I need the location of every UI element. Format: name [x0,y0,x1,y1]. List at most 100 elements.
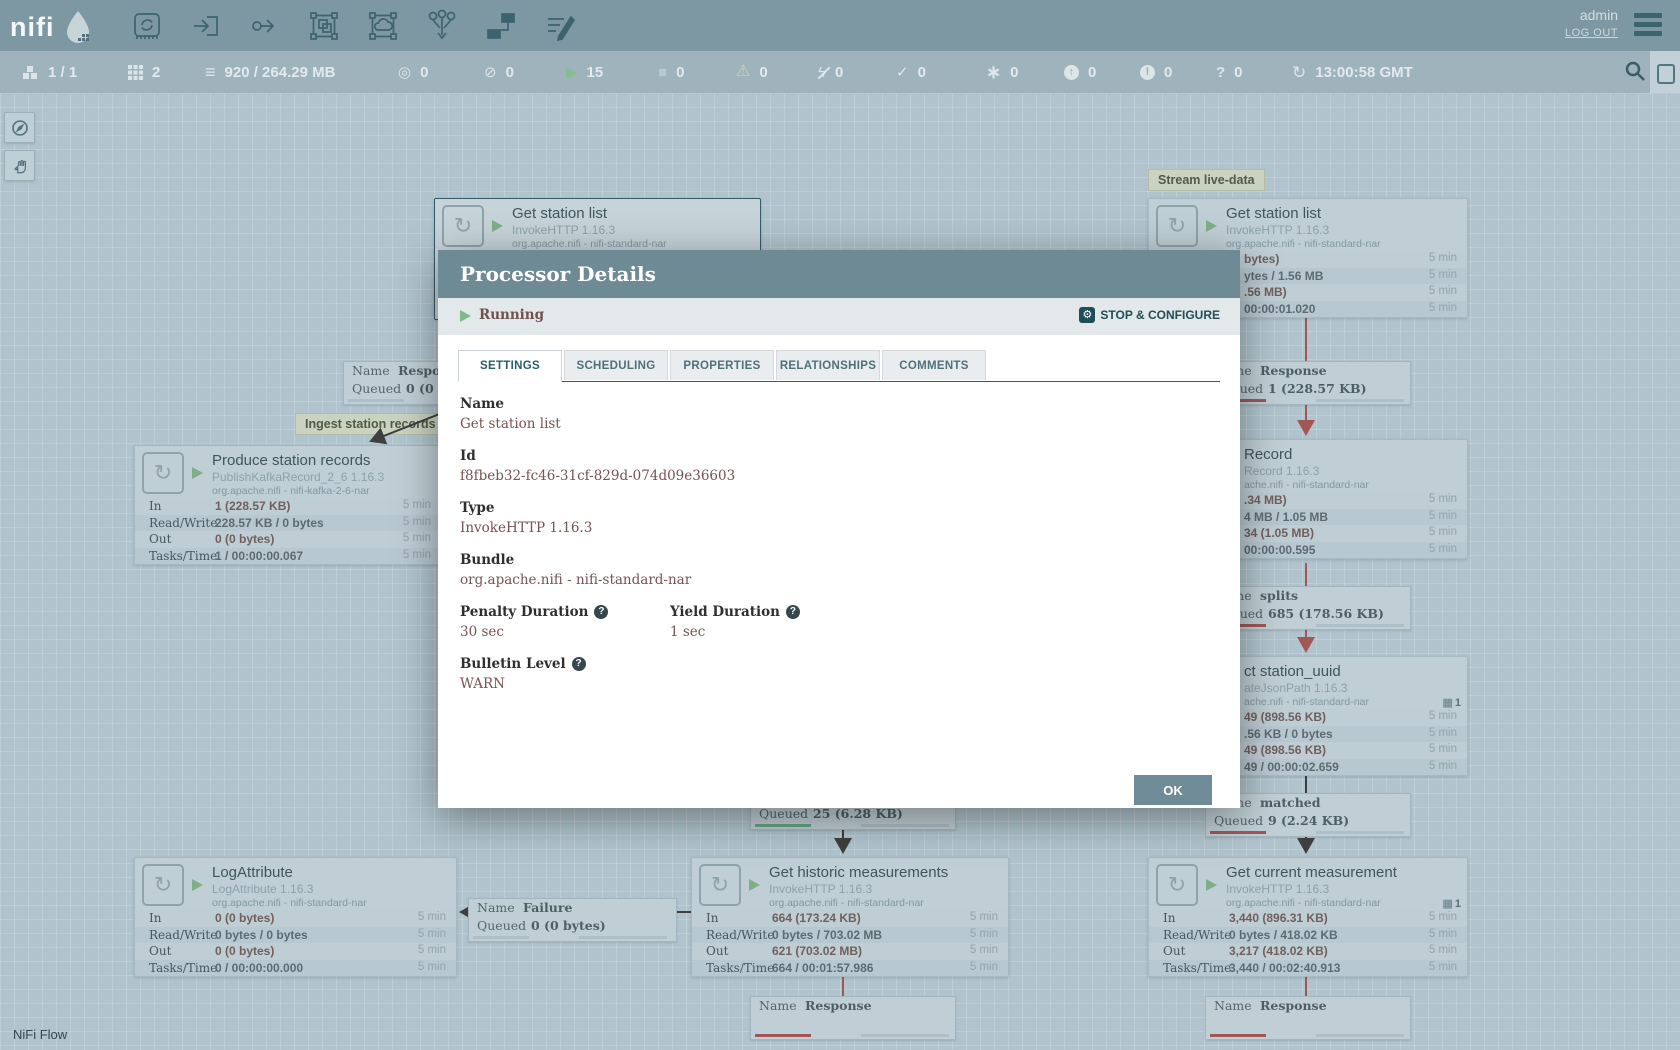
processor-type: Record 1.16.3 [1244,464,1461,479]
status-not-transmitting: ⊘ 0 [484,51,514,93]
backlog-bars [1206,830,1410,836]
processor-name: Produce station records [212,452,435,470]
drag-label-icon[interactable] [543,9,577,43]
processor-icon: ↻ [142,452,184,494]
stat-row: Read/Write228.57 KB / 0 bytes5 min [135,515,441,532]
tab-relationships[interactable]: RELATIONSHIPS [776,350,880,380]
processor-type: LogAttribute 1.16.3 [212,882,450,897]
ok-button[interactable]: OK [1134,775,1212,805]
sync-failure-icon: ? [1216,65,1225,80]
tab-properties[interactable]: PROPERTIES [670,350,774,380]
stat-row: In3,440 (896.31 KB)5 min [1149,910,1467,927]
drag-output-port-icon[interactable] [248,9,282,43]
drag-funnel-icon[interactable] [425,9,459,43]
processor-record[interactable]: Record Record 1.16.3 ache.nifi - nifi-st… [1205,439,1468,559]
processor-logattribute[interactable]: ↻ LogAttribute LogAttribute 1.16.3 org.a… [134,857,457,977]
cluster-icon [22,65,39,80]
running-status-icon [492,220,503,232]
gear-stop-icon: ⚙ [1079,307,1095,323]
task-count-badge: ▦1 [1442,897,1461,910]
stat-row: 34 (1.05 MB)5 min [1206,525,1467,542]
top-toolbar: nifi admin [0,0,1680,51]
status-stale: ↑ 0 [1064,51,1096,93]
field-bundle: Bundle org.apache.nifi - nifi-standard-n… [460,551,1218,590]
refresh-status[interactable]: ↻ 13:00:58 GMT [1292,51,1413,93]
processor-get-historic-measurements[interactable]: ↻ Get historic measurements InvokeHTTP 1… [691,857,1009,977]
backlog-bars [469,935,676,941]
field-type: Type InvokeHTTP 1.16.3 [460,499,1218,538]
stat-row: Tasks/Time0 / 00:00:00.0005 min [135,960,456,977]
processor-bundle: org.apache.nifi - nifi-standard-nar [769,897,924,910]
processor-type: InvokeHTTP 1.16.3 [512,223,754,238]
drag-input-port-icon[interactable] [189,9,223,43]
processor-type: InvokeHTTP 1.16.3 [1226,223,1461,238]
disabled-icon: ϟ [818,65,826,80]
settings-fields: Name Get station list Id f8fbeb32-fc46-3… [460,395,1218,707]
invalid-icon: ⚠ [736,64,750,80]
stat-row: 49 (898.56 KB)5 min [1206,742,1467,759]
threads-grid-icon [128,65,143,80]
status-disabled: ϟ 0 [818,51,843,93]
connection-label-response-bottom-center[interactable]: NameResponse [750,996,956,1040]
stat-row: 4 MB / 1.05 MB5 min [1206,509,1467,526]
not-transmitting-icon: ⊘ [484,65,497,80]
logout-link[interactable]: LOG OUT [1565,27,1618,39]
processor-produce-station-records[interactable]: ↻ Produce station records PublishKafkaRe… [134,445,442,565]
processor-icon: ↻ [1156,205,1198,247]
nifi-logo-text: nifi [10,12,55,43]
processor-bundle: ache.nifi - nifi-standard-nar [1244,696,1369,709]
stat-row: Read/Write0 bytes / 418.02 KB5 min [1149,927,1467,944]
help-icon[interactable] [786,605,800,619]
grid-icon: ▦ [1442,697,1452,709]
status-cluster: 1 / 1 [22,51,77,93]
refresh-icon: ↻ [1292,64,1306,81]
drag-remote-process-group-icon[interactable] [366,9,400,43]
panel-toggle-button[interactable] [1649,51,1680,93]
processor-header: ↻ LogAttribute LogAttribute 1.16.3 org.a… [135,858,456,910]
panel-icon [1657,64,1675,84]
stat-row: In1 (228.57 KB)5 min [135,498,441,515]
running-status-icon [460,310,471,322]
processor-icon: ↻ [142,864,184,906]
processor-get-current-measurement[interactable]: ↻ Get current measurement InvokeHTTP 1.1… [1148,857,1468,977]
connection-label-failure[interactable]: NameFailure Queued0 (0 bytes) [468,898,677,942]
stopped-icon: ■ [658,65,667,80]
search-icon [1624,60,1646,82]
processor-header: ↻ Get station list InvokeHTTP 1.16.3 org… [435,199,760,251]
connection-label-response-bottom-right[interactable]: NameResponse [1205,996,1411,1040]
status-locally-modified: ∗ 0 [986,51,1018,93]
drag-template-icon[interactable] [484,9,518,43]
field-bulletin-level: Bulletin Level WARN [460,655,1218,694]
global-menu-icon[interactable] [1634,13,1662,40]
drag-process-group-icon[interactable] [307,9,341,43]
backlog-bars [751,823,955,829]
processor-extract-station-uuid[interactable]: ct station_uuid ateJsonPath 1.16.3 ache.… [1205,656,1468,776]
processor-type: ateJsonPath 1.16.3 [1244,681,1461,696]
drag-processor-icon[interactable] [130,9,164,43]
processor-name: ct station_uuid [1244,663,1461,681]
navigate-palette-button[interactable] [4,112,35,143]
stop-and-configure-button[interactable]: ⚙ STOP & CONFIGURE [1079,307,1220,323]
processor-type: InvokeHTTP 1.16.3 [1226,882,1461,897]
stat-row: Out3,217 (418.02 KB)5 min [1149,943,1467,960]
processor-type: InvokeHTTP 1.16.3 [769,882,1002,897]
field-name: Name Get station list [460,395,1218,434]
stat-row: Read/Write0 bytes / 0 bytes5 min [135,927,456,944]
processor-icon: ↻ [442,205,484,247]
running-icon: ▶ [566,65,578,80]
help-icon[interactable] [594,605,608,619]
hand-icon [11,157,29,175]
breadcrumb[interactable]: NiFi Flow [13,1027,67,1042]
processor-header: ↻ Get station list InvokeHTTP 1.16.3 org… [1149,199,1467,251]
tab-scheduling[interactable]: SCHEDULING [564,350,668,380]
help-icon[interactable] [572,657,586,671]
search-button[interactable] [1624,60,1648,84]
stat-row: .34 MB)5 min [1206,492,1467,509]
tab-settings[interactable]: SETTINGS [458,350,562,382]
operate-palette-button[interactable] [4,150,35,181]
status-threads: 2 [128,51,160,93]
stat-row: In664 (173.24 KB)5 min [692,910,1008,927]
running-status-icon [192,467,203,479]
tab-comments[interactable]: COMMENTS [882,350,986,380]
stat-row: Out0 (0 bytes)5 min [135,531,441,548]
